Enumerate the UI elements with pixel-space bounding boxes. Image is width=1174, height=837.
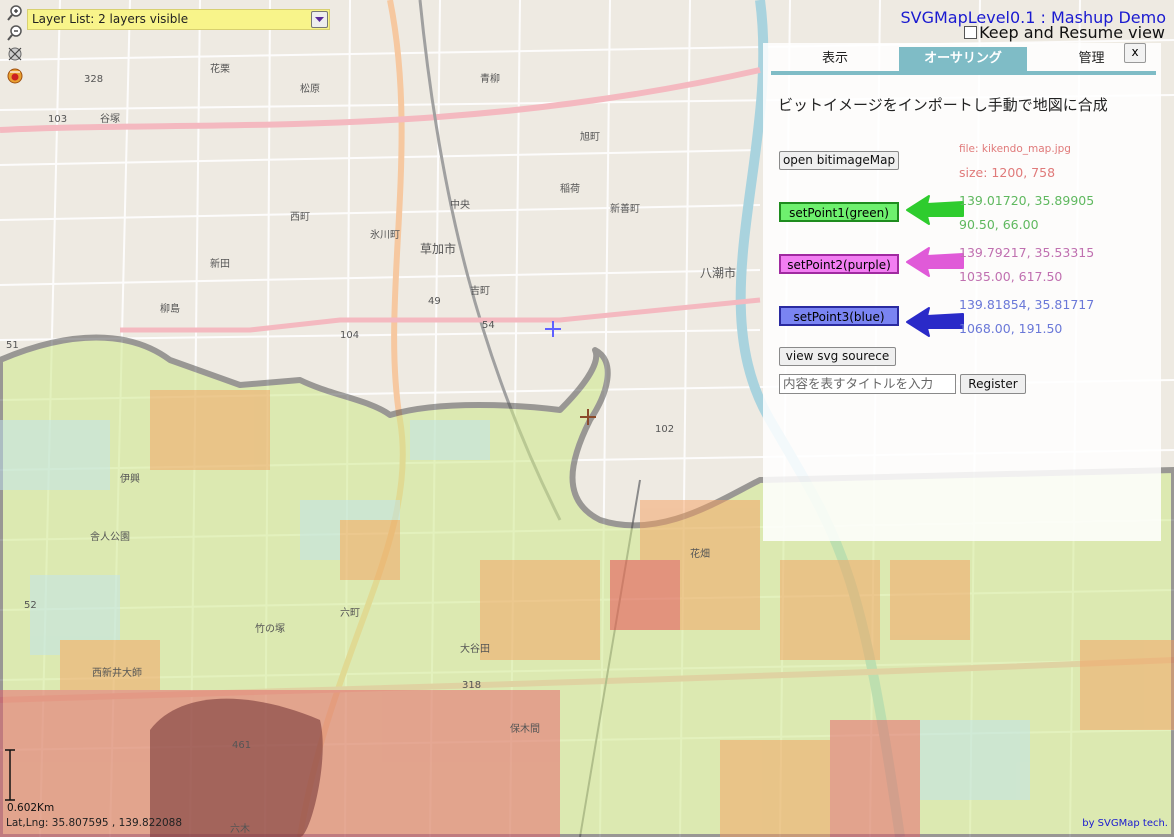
panel-tabs: 表示 オーサリング 管理 bbox=[771, 47, 1156, 75]
point1-px: 90.50, 66.00 bbox=[959, 217, 1039, 232]
set-point2-button[interactable]: setPoint2(purple) bbox=[779, 254, 899, 274]
tab-authoring[interactable]: オーサリング bbox=[899, 47, 1027, 71]
checkbox-box[interactable] bbox=[964, 26, 978, 39]
point3-px: 1068.00, 191.50 bbox=[959, 321, 1063, 336]
layer-list-dropdown[interactable]: Layer List: 2 layers visible bbox=[27, 9, 330, 30]
open-bitimage-button[interactable]: open bitimageMap bbox=[779, 151, 899, 170]
set-point1-button[interactable]: setPoint1(green) bbox=[779, 202, 899, 222]
file-name: file: kikendo_map.jpg bbox=[959, 143, 1071, 155]
keep-resume-label: Keep and Resume view bbox=[979, 23, 1165, 42]
blue-arrow-icon bbox=[906, 307, 964, 337]
point1-geo: 139.01720, 35.89905 bbox=[959, 193, 1095, 208]
layer-icon[interactable] bbox=[6, 67, 24, 85]
close-button[interactable]: x bbox=[1124, 43, 1146, 63]
point3-geo: 139.81854, 35.81717 bbox=[959, 297, 1095, 312]
chevron-down-icon[interactable] bbox=[311, 11, 328, 28]
view-svg-source-button[interactable]: view svg sourece bbox=[779, 347, 896, 366]
zoom-out-icon[interactable] bbox=[6, 24, 24, 42]
keep-resume-checkbox[interactable]: Keep and Resume view bbox=[964, 23, 1165, 42]
point2-geo: 139.79217, 35.53315 bbox=[959, 245, 1095, 260]
layer-list-label: Layer List: 2 layers visible bbox=[32, 12, 189, 26]
latlng-readout: Lat,Lng: 35.807595 , 139.822088 bbox=[6, 817, 183, 829]
purple-arrow-icon bbox=[906, 247, 964, 277]
title-input[interactable]: 内容を表すタイトルを入力 bbox=[779, 374, 956, 394]
gps-icon[interactable] bbox=[6, 45, 24, 63]
point2-px: 1035.00, 617.50 bbox=[959, 269, 1063, 284]
credit-link[interactable]: by SVGMap tech. bbox=[1082, 818, 1168, 829]
tab-display[interactable]: 表示 bbox=[771, 47, 899, 71]
set-point3-button[interactable]: setPoint3(blue) bbox=[779, 306, 899, 326]
register-button[interactable]: Register bbox=[960, 374, 1026, 394]
file-size: size: 1200, 758 bbox=[959, 165, 1056, 180]
panel-heading: ビットイメージをインポートし手動で地図に合成 bbox=[778, 96, 1108, 114]
green-arrow-icon bbox=[906, 195, 964, 225]
zoom-in-icon[interactable] bbox=[6, 4, 24, 22]
authoring-panel: 表示 オーサリング 管理 x ビットイメージをインポートし手動で地図に合成 op… bbox=[763, 43, 1161, 541]
scale-label: 0.602Km bbox=[7, 802, 55, 814]
